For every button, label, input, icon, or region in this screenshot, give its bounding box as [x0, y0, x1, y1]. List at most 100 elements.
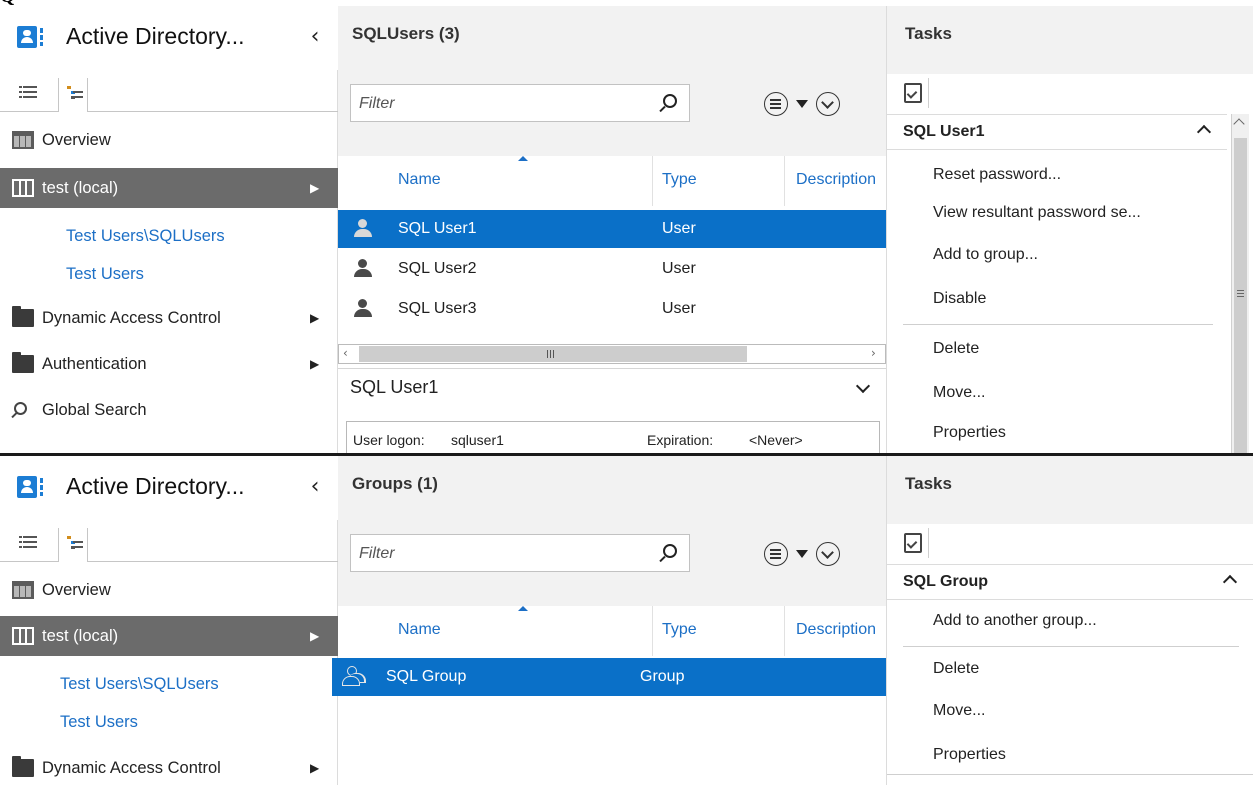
nav-item-global-search[interactable]: Global Search	[0, 390, 338, 430]
column-divider[interactable]	[784, 606, 785, 656]
task-divider	[887, 774, 1253, 775]
tree-view-tab[interactable]	[58, 78, 88, 112]
grid-header: Name Type Description	[338, 606, 886, 656]
group-icon	[342, 666, 364, 686]
nav-item-label: Authentication	[42, 355, 147, 373]
collapse-nav-button[interactable]: ‹	[304, 472, 326, 502]
column-header-type[interactable]: Type	[662, 606, 772, 656]
filter-input[interactable]	[359, 91, 649, 117]
content-pane: SQLUsers (3) Name Type Description SQL U…	[338, 6, 886, 453]
view-options-icon[interactable]	[764, 92, 788, 116]
nav-item-dynamic-access-control[interactable]: Dynamic Access Control ▶	[0, 748, 338, 785]
column-label: Type	[662, 171, 697, 188]
column-header-description[interactable]: Description	[796, 606, 886, 656]
nav-item-sqlusers[interactable]: Test Users\SQLUsers	[0, 664, 338, 704]
nav-item-overview[interactable]: Overview	[0, 120, 338, 160]
horizontal-scrollbar[interactable]: ‹ ›	[338, 344, 886, 364]
tree-view-icon	[67, 536, 83, 551]
nav-item-test-users[interactable]: Test Users	[0, 254, 338, 294]
nav-item-label: Test Users	[60, 713, 138, 731]
column-header-type[interactable]: Type	[662, 156, 772, 206]
clipboard-icon[interactable]	[899, 78, 929, 108]
nav-item-overview[interactable]: Overview	[0, 570, 338, 610]
column-label: Name	[398, 621, 441, 638]
task-reset-password[interactable]: Reset password...	[933, 166, 1061, 184]
nav-item-test-local[interactable]: test (local) ▶	[0, 168, 338, 208]
task-section-title: SQL Group	[903, 573, 989, 590]
search-icon[interactable]	[663, 94, 677, 108]
filter-input[interactable]	[359, 541, 649, 567]
column-header-description[interactable]: Description	[796, 156, 886, 206]
task-add-to-group[interactable]: Add to group...	[933, 246, 1038, 264]
task-move[interactable]: Move...	[933, 702, 985, 720]
column-header-name[interactable]: Name	[398, 606, 652, 656]
server-icon	[12, 627, 34, 645]
task-view-password-settings[interactable]: View resultant password se...	[933, 204, 1141, 222]
task-add-to-another-group[interactable]: Add to another group...	[933, 612, 1097, 630]
nav-item-sqlusers[interactable]: Test Users\SQLUsers	[0, 216, 338, 256]
clipboard-icon[interactable]	[899, 528, 929, 558]
list-view-tab[interactable]	[16, 528, 46, 558]
cell-name: SQL Group	[386, 668, 467, 685]
nav-item-label: test (local)	[42, 627, 119, 645]
folder-icon	[12, 306, 34, 327]
column-header-name[interactable]: Name	[398, 156, 652, 206]
task-move[interactable]: Move...	[933, 384, 985, 402]
nav-item-label: Test Users	[66, 265, 144, 283]
list-view-tab[interactable]	[16, 78, 46, 108]
nav-item-test-users[interactable]: Test Users	[0, 702, 338, 742]
nav-item-authentication[interactable]: Authentication ▶	[0, 344, 338, 384]
folder-icon	[12, 756, 34, 777]
app-icon-bars	[40, 28, 43, 46]
task-section-header[interactable]: SQL Group	[887, 564, 1253, 600]
vertical-scrollbar[interactable]	[1231, 114, 1249, 453]
column-divider[interactable]	[784, 156, 785, 206]
table-row[interactable]: SQL User2 User	[338, 250, 886, 288]
nav-item-test-local[interactable]: test (local) ▶	[0, 616, 338, 656]
nav-item-dynamic-access-control[interactable]: Dynamic Access Control ▶	[0, 298, 338, 338]
dropdown-arrow-icon[interactable]	[796, 100, 808, 108]
chevron-down-icon[interactable]	[855, 378, 871, 394]
scroll-right-icon[interactable]: ›	[871, 346, 876, 360]
view-options-icon[interactable]	[764, 542, 788, 566]
tasks-header: Tasks	[887, 6, 1253, 74]
column-divider[interactable]	[652, 156, 653, 206]
nav-item-label: Dynamic Access Control	[42, 309, 221, 327]
nav-item-label: Overview	[42, 131, 111, 149]
preview-pane: SQL User1 User logon: sqluser1 Expiratio…	[338, 368, 886, 453]
navigation-pane: Active Directory... ‹ Overview test (loc…	[0, 456, 338, 785]
chevron-up-icon[interactable]	[1196, 124, 1212, 140]
cell-type: User	[662, 220, 696, 237]
scrollbar-thumb[interactable]	[1234, 138, 1247, 453]
task-properties[interactable]: Properties	[933, 746, 1006, 764]
active-directory-icon	[17, 26, 37, 48]
tree-view-tab[interactable]	[58, 528, 88, 562]
page-title: Groups (1)	[352, 474, 438, 493]
scrollbar-thumb[interactable]	[359, 346, 747, 362]
expand-icon[interactable]	[816, 542, 840, 566]
column-label: Type	[662, 621, 697, 638]
table-row[interactable]: SQL User3 User	[338, 290, 886, 328]
task-properties[interactable]: Properties	[933, 424, 1006, 442]
scroll-up-icon[interactable]	[1233, 118, 1245, 130]
tasks-header: Tasks	[887, 456, 1253, 524]
table-row[interactable]: SQL Group Group	[332, 658, 886, 696]
expand-icon[interactable]	[816, 92, 840, 116]
groups-window: Active Directory... ‹ Overview test (loc…	[0, 456, 1253, 785]
scroll-left-icon[interactable]: ‹	[343, 346, 348, 360]
content-header: Groups (1)	[338, 456, 886, 606]
column-divider[interactable]	[652, 606, 653, 656]
search-icon[interactable]	[663, 544, 677, 558]
task-disable[interactable]: Disable	[933, 290, 986, 308]
dropdown-arrow-icon[interactable]	[796, 550, 808, 558]
task-divider	[903, 646, 1239, 647]
table-row[interactable]: SQL User1 User	[338, 210, 886, 248]
collapse-nav-button[interactable]: ‹	[304, 22, 326, 52]
expand-arrow-icon: ▶	[310, 761, 320, 775]
cell-name: SQL User2	[398, 260, 477, 277]
task-delete[interactable]: Delete	[933, 660, 979, 678]
users-window: Active Directory... ‹ Overview test (loc…	[0, 6, 1253, 453]
task-section-header[interactable]: SQL User1	[887, 114, 1227, 150]
task-delete[interactable]: Delete	[933, 340, 979, 358]
chevron-up-icon[interactable]	[1222, 574, 1238, 590]
